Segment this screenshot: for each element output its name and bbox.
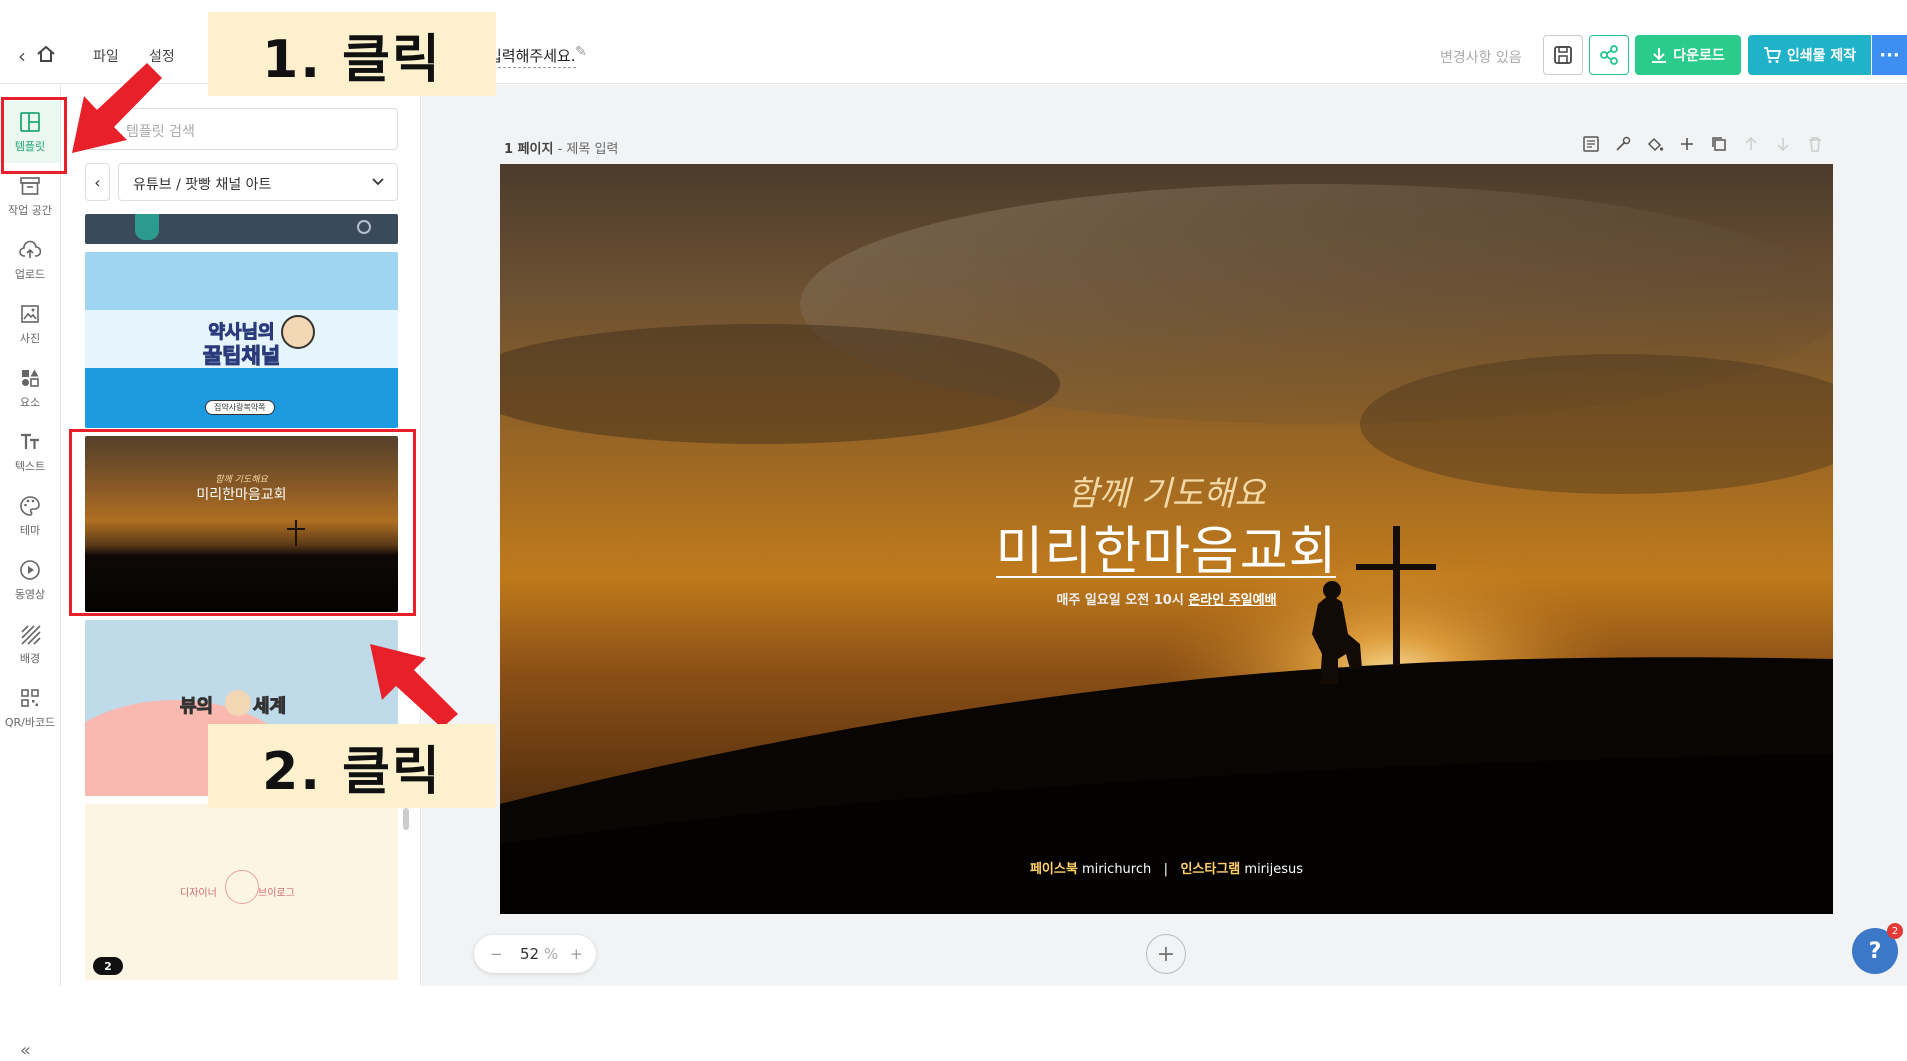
play-icon xyxy=(20,559,40,580)
sidebar-label: 사진 xyxy=(19,331,41,345)
zoom-in-button[interactable]: + xyxy=(570,945,583,963)
canvas-subtitle[interactable]: 매주 일요일 오전 10시 온라인 주일예배 xyxy=(500,589,1833,608)
panel-scrollbar[interactable] xyxy=(403,808,409,830)
cloud-upload-icon xyxy=(19,240,41,258)
canvas-footer[interactable]: 페이스북 mirichurch | 인스타그램 mirijesus xyxy=(500,858,1833,877)
template-thumbnail[interactable]: 디자이너 브이로그 xyxy=(85,804,398,980)
footer-separator: | xyxy=(1163,862,1169,877)
sidebar-item-qr[interactable]: QR/바코드 xyxy=(0,677,60,739)
help-notification-badge: 2 xyxy=(1887,923,1903,939)
sidebar-label: QR/바코드 xyxy=(4,715,56,729)
subtitle-emphasis: 온라인 주일예배 xyxy=(1188,593,1277,608)
red-arrow-icon xyxy=(72,63,162,153)
shapes-icon xyxy=(22,369,39,387)
page-count-badge: 2 xyxy=(93,957,123,975)
download-button[interactable]: 다운로드 xyxy=(1635,35,1741,75)
floppy-icon xyxy=(1554,46,1572,64)
thumb-title: 브이로그 xyxy=(258,888,295,899)
design-canvas[interactable]: 함께 기도해요 미리한마음교회 매주 일요일 오전 10시 온라인 주일예배 페… xyxy=(500,164,1833,914)
zoom-out-button[interactable]: − xyxy=(490,945,503,963)
image-icon xyxy=(21,304,39,323)
sidebar-label: 업로드 xyxy=(14,267,46,281)
chevron-down-icon xyxy=(372,178,384,186)
thumb-title: 디자이너 xyxy=(180,888,217,899)
thumb-title: 세계 xyxy=(252,696,287,718)
add-icon[interactable] xyxy=(1678,135,1696,153)
left-sidebar: 템플릿 작업 공간 업로드 사진 요소 텍스트 테마 동영상 배경 QR/바코드… xyxy=(0,85,61,1061)
category-back-button[interactable]: ‹ xyxy=(85,163,110,201)
download-icon xyxy=(1652,48,1667,63)
page-title-input[interactable]: - 제목 입력 xyxy=(558,142,619,157)
magic-icon[interactable] xyxy=(1614,135,1632,153)
page-number: 1 페이지 xyxy=(504,142,554,157)
text-icon xyxy=(21,433,39,449)
print-order-button[interactable]: 인쇄물 제작 xyxy=(1748,35,1871,75)
thumb-badge: 집약사랑복약쪽 xyxy=(205,400,275,415)
sidebar-label: 작업 공간 xyxy=(8,203,52,217)
sidebar-label: 배경 xyxy=(19,651,41,665)
thumb-title: 꿀팁채널 xyxy=(202,344,281,369)
step1-annotation: 1. 클릭 xyxy=(208,12,496,96)
qr-icon xyxy=(21,688,39,707)
document-title[interactable]: 입력해주세요. xyxy=(488,45,576,68)
save-status: 변경사항 있음 xyxy=(1440,50,1522,66)
subtitle-prefix: 매주 일요일 오전 10시 xyxy=(1056,593,1189,608)
sidebar-item-background[interactable]: 배경 xyxy=(0,613,60,675)
memo-icon[interactable] xyxy=(1582,135,1600,153)
collapse-sidebar-icon[interactable]: « xyxy=(20,1040,31,1061)
canvas-divider[interactable] xyxy=(996,576,1336,578)
archive-icon xyxy=(20,176,40,195)
trash-icon[interactable] xyxy=(1806,135,1824,153)
step2-annotation: 2. 클릭 xyxy=(208,724,496,808)
zoom-unit: % xyxy=(544,945,559,963)
sidebar-item-text[interactable]: 텍스트 xyxy=(0,421,60,483)
red-arrow-icon xyxy=(370,644,458,728)
back-icon[interactable]: ‹ xyxy=(18,44,26,68)
sidebar-label: 텍스트 xyxy=(14,459,46,473)
facebook-label: 페이스북 xyxy=(1029,862,1078,877)
cart-icon xyxy=(1763,47,1781,63)
canvas-script-text[interactable]: 함께 기도해요 xyxy=(500,466,1833,515)
add-page-button[interactable]: + xyxy=(1146,934,1186,974)
instagram-label: 인스타그램 xyxy=(1180,862,1241,877)
sidebar-label: 요소 xyxy=(19,395,41,409)
canvas-title[interactable]: 미리한마음교회 xyxy=(500,509,1833,584)
background-icon xyxy=(21,624,41,645)
category-value: 유튜브 / 팟빵 채널 아트 xyxy=(133,177,272,193)
facebook-handle: mirichurch xyxy=(1081,862,1152,877)
more-button[interactable]: ··· xyxy=(1872,35,1907,75)
move-up-icon[interactable] xyxy=(1742,135,1760,153)
template-thumbnail[interactable] xyxy=(85,214,398,244)
instagram-handle: mirijesus xyxy=(1244,862,1304,877)
sidebar-item-elements[interactable]: 요소 xyxy=(0,357,60,419)
sidebar-item-upload[interactable]: 업로드 xyxy=(0,229,60,291)
thumb-title: 뷰의 xyxy=(179,696,214,718)
duplicate-icon[interactable] xyxy=(1710,135,1728,153)
highlight-template-thumbnail xyxy=(69,429,416,616)
sidebar-label: 동영상 xyxy=(14,587,46,601)
template-thumbnail[interactable]: 약사님의 꿀팁채널 집약사랑복약쪽 xyxy=(85,252,398,428)
page-label: 1 페이지 - 제목 입력 xyxy=(504,138,618,157)
sidebar-item-video[interactable]: 동영상 xyxy=(0,549,60,611)
sidebar-item-workspace[interactable]: 작업 공간 xyxy=(0,165,60,227)
sidebar-label: 테마 xyxy=(19,523,41,537)
zoom-control: − 52 % + xyxy=(474,935,596,973)
share-icon xyxy=(1600,45,1618,65)
sidebar-item-theme[interactable]: 테마 xyxy=(0,485,60,547)
save-button[interactable] xyxy=(1543,35,1583,75)
paint-bucket-icon[interactable] xyxy=(1646,135,1664,153)
print-order-label: 인쇄물 제작 xyxy=(1786,48,1857,64)
zoom-value[interactable]: 52 xyxy=(520,945,539,963)
sidebar-item-photo[interactable]: 사진 xyxy=(0,293,60,355)
share-button[interactable] xyxy=(1589,35,1629,75)
palette-icon xyxy=(20,495,40,516)
move-down-icon[interactable] xyxy=(1774,135,1792,153)
pencil-icon[interactable]: ✎ xyxy=(575,44,587,60)
download-label: 다운로드 xyxy=(1673,48,1725,64)
category-select[interactable]: 유튜브 / 팟빵 채널 아트 xyxy=(118,163,398,201)
